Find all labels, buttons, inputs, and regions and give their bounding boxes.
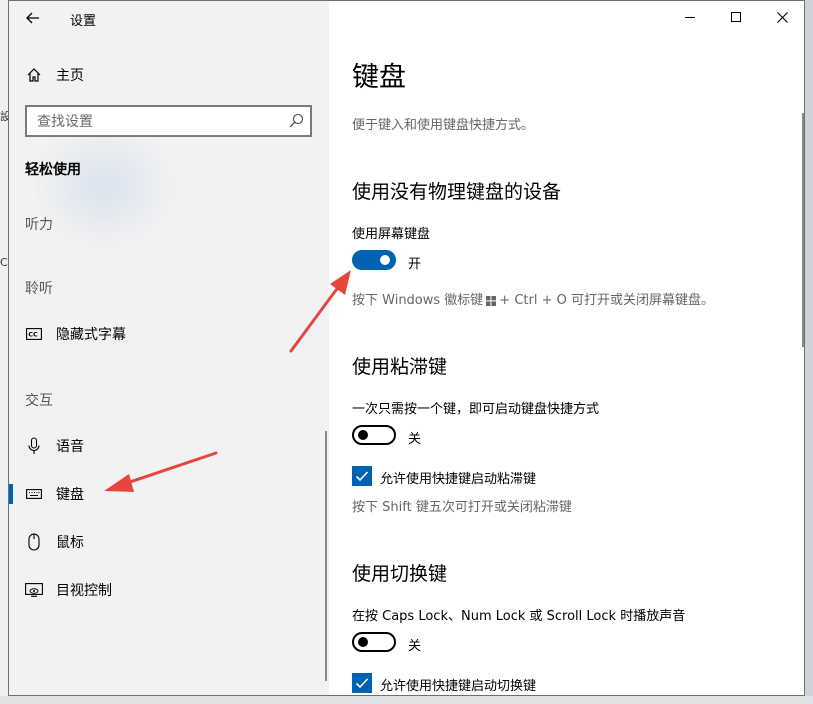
keyboard-icon: [25, 485, 43, 503]
onscreen-keyboard-state: 开: [408, 257, 422, 272]
sticky-keys-toggle[interactable]: [352, 425, 396, 445]
sticky-keys-shortcut-checkbox[interactable]: [352, 466, 372, 486]
sidebar-scrollbar[interactable]: [325, 431, 327, 681]
close-icon: [776, 11, 788, 23]
section-heading-onscreen-keyboard: 使用没有物理键盘的设备: [352, 181, 562, 203]
toggle-knob: [358, 637, 368, 647]
sticky-keys-label: 一次只需按一个键，即可启动键盘快捷方式: [352, 402, 600, 417]
minimize-icon: [685, 17, 695, 18]
sidebar-item-eye-control[interactable]: 目视控制: [9, 573, 327, 607]
checkmark-icon: [355, 471, 369, 482]
sidebar-item-label: 键盘: [56, 487, 84, 503]
sidebar-item-label: 鼠标: [56, 535, 84, 551]
onscreen-keyboard-hint: 按下 Windows 徽标键 + Ctrl + O 可打开或关闭屏幕键盘。: [352, 289, 714, 308]
onscreen-keyboard-label: 使用屏幕键盘: [352, 227, 431, 242]
maximize-icon: [731, 12, 741, 22]
hint-text-after: + Ctrl + O 可打开或关闭屏幕键盘。: [499, 293, 714, 308]
sidebar-item-closed-captions[interactable]: CC 隐藏式字幕: [9, 317, 327, 351]
toggle-knob: [380, 255, 390, 265]
home-icon: [25, 66, 43, 84]
search-box: [25, 105, 312, 137]
page-description: 便于键入和使用键盘快捷方式。: [352, 118, 535, 133]
sticky-keys-shortcut-label: 允许使用快捷键启动粘滞键: [380, 472, 537, 487]
sidebar-item-label: 目视控制: [56, 583, 112, 599]
main-scrollbar[interactable]: [802, 113, 804, 347]
sticky-keys-state: 关: [408, 432, 422, 447]
svg-text:CC: CC: [28, 331, 38, 339]
sidebar-item-mouse[interactable]: 鼠标: [9, 525, 327, 559]
eye-control-icon: [25, 581, 43, 599]
mouse-icon: [25, 533, 43, 551]
sidebar-category: 轻松使用: [25, 162, 81, 178]
back-arrow-icon: [26, 12, 39, 24]
background-fragment: 設: [0, 110, 11, 123]
hint-text-before: 按下 Windows 徽标键: [352, 293, 484, 308]
toggle-keys-label: 在按 Caps Lock、Num Lock 或 Scroll Lock 时播放声…: [352, 609, 686, 624]
sidebar-item-label: 隐藏式字幕: [56, 327, 126, 343]
back-button[interactable]: [19, 5, 47, 31]
toggle-keys-shortcut-label: 允许使用快捷键启动切换键: [380, 679, 537, 694]
sidebar-item-keyboard[interactable]: 键盘: [9, 477, 327, 511]
toggle-knob: [358, 430, 368, 440]
section-heading-hearing: 听力: [25, 217, 53, 233]
search-input[interactable]: [35, 110, 289, 134]
window-title: 设置: [70, 14, 97, 29]
section-heading-interaction: 交互: [25, 393, 53, 409]
microphone-icon: [25, 437, 43, 455]
checkmark-icon: [355, 678, 369, 689]
background-fragment: C: [0, 256, 8, 269]
section-heading-sticky-keys: 使用粘滞键: [352, 356, 448, 378]
background-strip: [0, 696, 813, 704]
onscreen-keyboard-toggle[interactable]: [352, 250, 396, 270]
settings-window: 设置 主页 轻松使用 听力 聆听 CC 隐藏式字幕 交互: [8, 0, 805, 696]
search-icon[interactable]: [288, 113, 304, 129]
sidebar-item-home[interactable]: 主页: [9, 58, 327, 92]
minimize-button[interactable]: [667, 1, 713, 33]
active-indicator: [9, 484, 13, 504]
section-heading-toggle-keys: 使用切换键: [352, 563, 448, 585]
sticky-keys-hint: 按下 Shift 键五次可打开或关闭粘滞键: [352, 500, 572, 515]
sidebar-item-label: 语音: [56, 439, 84, 455]
main-pane: 键盘 便于键入和使用键盘快捷方式。 使用没有物理键盘的设备 使用屏幕键盘 开 按…: [329, 1, 804, 695]
toggle-keys-shortcut-checkbox[interactable]: [352, 673, 372, 693]
maximize-button[interactable]: [713, 1, 759, 33]
page-title: 键盘: [352, 62, 406, 93]
toggle-keys-state: 关: [408, 639, 422, 654]
toggle-keys-toggle[interactable]: [352, 632, 396, 652]
windows-logo-icon: [486, 295, 497, 306]
close-button[interactable]: [759, 1, 804, 33]
sidebar-item-speech[interactable]: 语音: [9, 429, 327, 463]
closed-caption-icon: CC: [25, 325, 43, 343]
sidebar-item-label: 主页: [56, 68, 84, 84]
sidebar: 设置 主页 轻松使用 听力 聆听 CC 隐藏式字幕 交互: [9, 1, 329, 695]
section-heading-listening: 聆听: [25, 281, 53, 297]
